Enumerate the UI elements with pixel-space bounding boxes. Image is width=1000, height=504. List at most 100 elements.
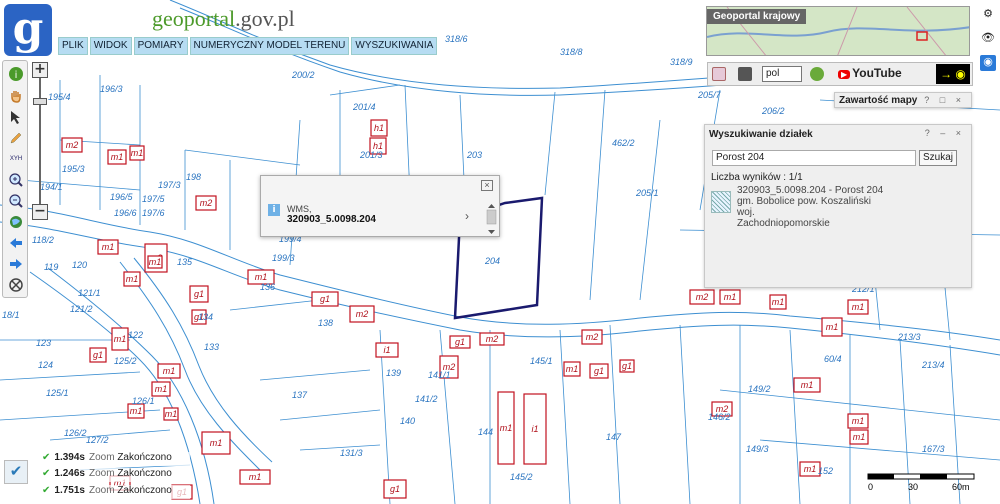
building-label: g1 (622, 361, 632, 371)
chevron-right-icon[interactable]: › (465, 209, 469, 223)
eye-blue-icon[interactable]: ◉ (980, 55, 996, 71)
back-arrow-icon[interactable] (6, 233, 26, 253)
popup-scrollbar[interactable] (486, 202, 497, 238)
parcel-result-icon (711, 191, 731, 213)
parcel-label: 195/3 (62, 164, 85, 174)
settings-gear-icon[interactable]: ⚙ (980, 7, 996, 23)
zoom-slider[interactable]: + − (32, 62, 48, 220)
menu-wyszukiwania[interactable]: WYSZUKIWANIA (351, 37, 438, 55)
building-label: m2 (66, 140, 79, 150)
draw-pencil-icon[interactable] (6, 128, 26, 148)
status-row: ✔ 1.394s Zoom Zakończono (42, 452, 190, 466)
popup-parcel-id[interactable]: 320903_5.0098.204 (287, 214, 376, 225)
scale-label-60: 60m (952, 482, 970, 492)
globe-extent-icon[interactable] (6, 212, 26, 232)
parcel-label: 121/2 (70, 304, 93, 314)
right-side-icons: ⚙ 👁 ◉ (978, 4, 998, 79)
menu-plik[interactable]: PLIK (58, 37, 88, 55)
parcel-label: 125/2 (114, 356, 137, 366)
result-line: 320903_5.0098.204 - Porost 204 (737, 185, 884, 196)
info-icon[interactable]: i (6, 64, 26, 84)
building-label: m1 (500, 423, 513, 433)
main-menu: PLIK WIDOK POMIARY NUMERYCZNY MODEL TERE… (58, 37, 438, 55)
parcel-label: 141/1 (428, 370, 451, 380)
scale-label-30: 30 (908, 482, 918, 492)
results-count: Liczba wyników : 1/1 (711, 172, 803, 183)
search-result-item[interactable]: 320903_5.0098.204 - Porost 204 gm. Bobol… (737, 185, 887, 229)
ok-icon: ✔ (42, 485, 51, 496)
overview-minimap[interactable]: Geoportal krajowy (706, 6, 970, 56)
parcel-label: 462/2 (612, 138, 635, 148)
select-arrow-icon[interactable] (6, 107, 26, 127)
parcel-label: 197/6 (142, 208, 165, 218)
zoom-track[interactable] (39, 78, 41, 204)
building-label: m1 (131, 148, 144, 158)
zoom-minus-button[interactable]: − (32, 204, 48, 220)
parcel-search-input[interactable]: Porost 204 (712, 150, 916, 166)
pan-hand-icon[interactable] (6, 86, 26, 106)
parcel-label: 318/6 (445, 34, 468, 44)
svg-text:i: i (15, 70, 18, 81)
parcel-label: 200/2 (291, 70, 315, 80)
scale-label-0: 0 (868, 482, 873, 492)
parcel-label: 133 (204, 342, 219, 352)
zoom-plus-button[interactable]: + (32, 62, 48, 78)
building-label: g1 (390, 484, 400, 494)
parcel-label: 201/3 (359, 150, 383, 160)
building-label: m1 (724, 292, 737, 302)
info-icon: i (268, 204, 280, 216)
menu-pomiary[interactable]: POMIARY (133, 37, 188, 55)
parcel-label: 135 (177, 257, 193, 267)
search-button[interactable]: Szukaj (919, 150, 957, 166)
checkmark-icon[interactable]: ✔ (4, 460, 28, 484)
parcel-search-panel: Wyszukiwanie działek ? – × Porost 204 Sz… (704, 124, 972, 288)
parcel-label: 197/5 (142, 194, 166, 204)
menu-nmt[interactable]: NUMERYCZNY MODEL TERENU (189, 37, 350, 55)
parcel-label: 196/6 (114, 208, 137, 218)
language-select[interactable]: pol (762, 66, 802, 82)
mb-download-icon[interactable] (738, 67, 752, 81)
left-toolbar: i XYH (2, 60, 28, 298)
parcel-label: 167/3 (922, 444, 945, 454)
document-icon[interactable] (712, 67, 726, 81)
building-label: m1 (163, 366, 176, 376)
menu-widok[interactable]: WIDOK (89, 37, 132, 55)
zoom-out-icon[interactable] (6, 191, 26, 211)
brand-prefix: geoportal (152, 6, 236, 31)
status-row: ✔ 1.751s Zoom Zakończono (42, 485, 190, 499)
parcel-label: 205/7 (697, 90, 722, 100)
status-state: Zakończono (117, 468, 172, 479)
layers-panel-buttons[interactable]: ? □ × (924, 95, 965, 105)
popup-close-button[interactable]: × (481, 180, 493, 191)
building-label: m1 (853, 432, 866, 442)
status-action: Zoom (88, 468, 115, 479)
parcel-label: 318/9 (670, 57, 693, 67)
help-icon[interactable] (810, 67, 824, 81)
parcel-label: 203 (466, 150, 482, 160)
parcel-label: 124 (38, 360, 53, 370)
building-label: m2 (200, 198, 213, 208)
building-label: m1 (126, 274, 139, 284)
eye-outline-icon[interactable]: 👁 (980, 31, 996, 47)
search-panel-buttons[interactable]: ? – × (925, 128, 965, 138)
building-label: m2 (356, 309, 369, 319)
parcel-label: 213/4 (921, 360, 945, 370)
building-label: g1 (594, 366, 604, 376)
building-label: m1 (566, 364, 579, 374)
clear-icon[interactable] (6, 275, 26, 295)
parcel-label: 134 (198, 312, 213, 322)
zoom-handle[interactable] (33, 98, 47, 105)
youtube-play-icon: ▶ (838, 70, 851, 79)
parcel-label: 145/1 (530, 356, 553, 366)
layers-panel-header[interactable]: Zawartość mapy ? □ × (834, 92, 972, 108)
building-label: g1 (93, 350, 103, 360)
geoportal-logo[interactable]: g (4, 4, 52, 56)
forward-arrow-icon[interactable] (6, 254, 26, 274)
accessibility-eye-button[interactable]: → ◉ (936, 64, 970, 84)
parcel-label: 18/1 (2, 310, 20, 320)
youtube-link[interactable]: ▶ YouTube (838, 66, 902, 80)
xyh-coordinates-icon[interactable]: XYH (6, 149, 26, 169)
status-row: ✔ 1.246s Zoom Zakończono (42, 468, 190, 482)
zoom-in-icon[interactable] (6, 170, 26, 190)
eye-icon: ◉ (955, 67, 966, 81)
